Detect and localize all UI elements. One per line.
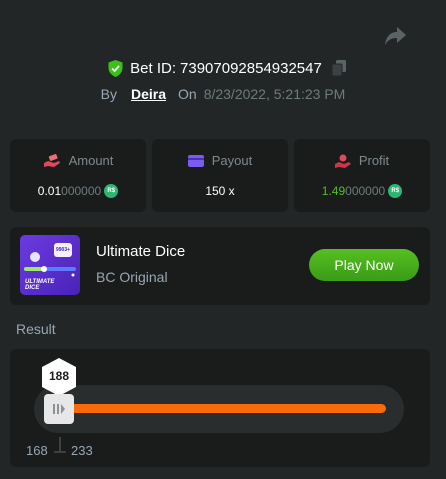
amount-label: Amount: [68, 153, 114, 168]
amount-card: Amount 0.01 000000 R$: [10, 139, 146, 212]
slider-handle-icon[interactable]: [44, 394, 74, 424]
thumb-title-line-2: DICE: [25, 285, 40, 291]
result-panel: 188 168 233: [10, 349, 430, 467]
brl-coin-icon: R$: [388, 184, 403, 198]
play-now-button[interactable]: Play Now: [309, 249, 419, 281]
money-hand-icon: [43, 153, 60, 167]
result-value: 188: [48, 369, 70, 383]
bet-details-page: Bet ID: 73907092854932547 By Deira On 8/2…: [0, 0, 446, 479]
bet-id: Bet ID: 73907092854932547: [130, 60, 322, 77]
range-marker-icon: [54, 437, 66, 453]
slider-bar: [56, 404, 386, 413]
payout-value: 150 x: [205, 184, 235, 198]
game-subtitle: BC Original: [96, 269, 168, 285]
shield-check-icon: [108, 59, 123, 77]
username-link[interactable]: Deira: [131, 86, 166, 102]
brl-coin-icon: R$: [104, 184, 119, 198]
bet-id-label: Bet ID:: [130, 59, 177, 77]
amount-value-main: 0.01: [37, 184, 62, 198]
game-card: 9903+ ULTIMATE DICE Ultimate Dice BC Ori…: [10, 227, 430, 305]
profit-hand-icon: [334, 154, 351, 168]
card-icon: [187, 154, 204, 167]
amount-value: 0.01 000000 R$: [10, 184, 146, 198]
share-icon[interactable]: [384, 25, 410, 49]
bet-id-row: Bet ID: 73907092854932547: [0, 57, 446, 79]
profit-card: Profit 1.49 000000 R$: [294, 139, 430, 212]
bet-id-value: 73907092854932547: [180, 59, 322, 77]
range-high: 233: [71, 443, 93, 458]
bet-author-row: By Deira On 8/23/2022, 5:21:23 PM: [0, 84, 446, 104]
payout-card: Payout 150 x: [152, 139, 288, 212]
amount-value-trail: 000000: [61, 184, 102, 198]
bet-datetime: 8/23/2022, 5:21:23 PM: [203, 86, 346, 102]
thumb-badge: 9903+: [56, 247, 71, 253]
range-low: 168: [26, 443, 48, 458]
game-title: Ultimate Dice: [96, 243, 186, 260]
game-thumbnail[interactable]: 9903+ ULTIMATE DICE: [20, 235, 80, 295]
profit-label: Profit: [358, 153, 390, 168]
payout-label: Payout: [211, 153, 253, 168]
by-label: By: [100, 86, 117, 102]
result-label: Result: [16, 321, 56, 337]
copy-icon[interactable]: [331, 60, 346, 76]
profit-value-main: 1.49: [321, 184, 346, 198]
profit-value: 1.49 000000 R$: [294, 184, 430, 198]
profit-value-trail: 000000: [345, 184, 386, 198]
on-label: On: [178, 86, 197, 102]
thumb-title: ULTIMATE DICE: [25, 279, 54, 291]
bet-stats: Amount 0.01 000000 R$ Payout 150 x Profi…: [10, 139, 430, 212]
